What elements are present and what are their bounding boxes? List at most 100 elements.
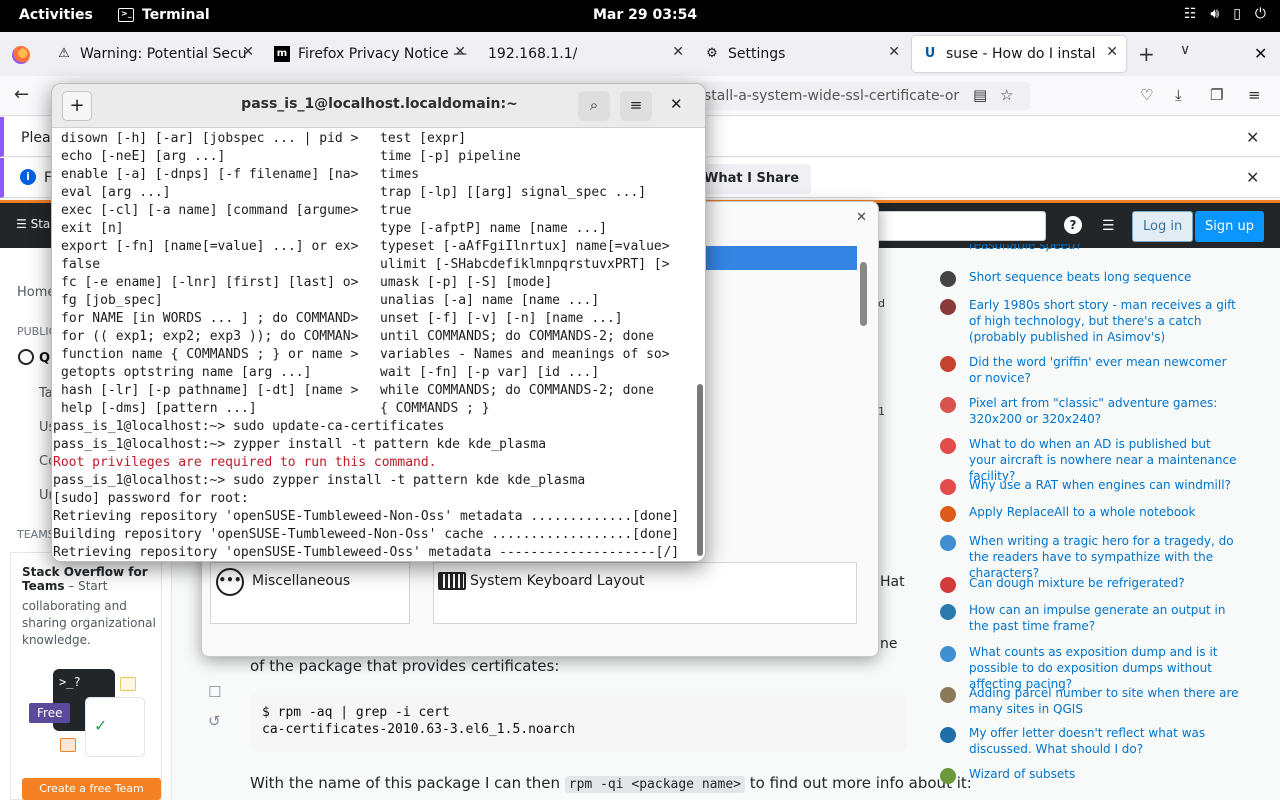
hot-question-item[interactable]: My offer letter doesn't reflect what was…	[940, 725, 1240, 757]
terminal-header-bar: + pass_is_1@localhost.localdomain:~ ⌕ ≡ …	[52, 84, 705, 128]
search-input[interactable]	[870, 211, 1046, 241]
choose-what-i-share-button[interactable]: What I Share	[692, 164, 812, 194]
globe-icon	[18, 349, 34, 365]
category-miscellaneous[interactable]: Miscellaneous	[252, 573, 350, 589]
hot-question-title[interactable]: Can dough mixture be refrigerated?	[969, 575, 1239, 591]
tab-settings[interactable]: ⚙ Settings ✕	[694, 36, 908, 72]
hot-question-item[interactable]: How can an impulse generate an output in…	[940, 602, 1240, 634]
nav-home[interactable]: Home	[17, 285, 55, 300]
terminal-output[interactable]: disown [-h] [-ar] [jobspec ... | pid > ec…	[52, 129, 694, 561]
teams-promo-title: Stack Overflow for Teams – Start	[22, 565, 162, 593]
download-icon[interactable]: ⤓	[1175, 86, 1182, 104]
hot-question-title[interactable]: How can an impulse generate an output in…	[969, 602, 1239, 634]
tab-title: 192.168.1.1/	[488, 46, 578, 62]
hot-question-title[interactable]: Pixel art from "classic" adventure games…	[969, 395, 1239, 427]
hot-question-item[interactable]: Adding parcel number to site when there …	[940, 685, 1240, 717]
close-icon[interactable]: ✕	[1246, 128, 1259, 147]
login-button[interactable]: Log in	[1132, 211, 1194, 242]
text-segment: With the name of this package I can then	[250, 774, 565, 792]
hamburger-menu-icon[interactable]: ≡	[1248, 86, 1261, 104]
hot-question-item[interactable]: Did the word 'griffin' ever mean newcome…	[940, 354, 1240, 386]
close-icon[interactable]: ✕	[242, 44, 254, 60]
bookmark-icon[interactable]: ☐	[208, 683, 221, 701]
scrollbar[interactable]	[860, 262, 867, 326]
close-icon[interactable]: ✕	[888, 44, 900, 60]
bookmark-star-icon[interactable]: ☆	[1000, 86, 1013, 104]
inbox-icon[interactable]: ☰	[1102, 218, 1115, 234]
scifi-icon	[940, 299, 956, 315]
hot-question-title[interactable]: Did the word 'griffin' ever mean newcome…	[969, 354, 1239, 386]
hot-question-item[interactable]: Apply ReplaceAll to a whole notebook	[940, 504, 1240, 522]
tab-privacy-notice[interactable]: m Firefox Privacy Notice — ✕	[264, 36, 474, 72]
terminal-line: fg [job_spec]	[61, 293, 163, 308]
close-icon[interactable]: ✕	[670, 95, 683, 113]
hot-question-title[interactable]: reasonable speed?	[969, 244, 1239, 253]
hot-question-item[interactable]: Why use a RAT when engines can windmill?	[940, 477, 1240, 495]
signup-button[interactable]: Sign up	[1195, 211, 1264, 242]
create-team-button[interactable]: Create a free Team	[22, 778, 161, 800]
new-tab-plus-icon[interactable]: +	[1138, 42, 1155, 66]
terminal-window: + pass_is_1@localhost.localdomain:~ ⌕ ≡ …	[51, 83, 706, 562]
free-badge: Free	[29, 703, 71, 723]
tab-title: Warning: Potential Secu	[80, 46, 247, 62]
hot-question-title[interactable]: When writing a tragic hero for a tragedy…	[969, 533, 1239, 581]
reader-view-icon[interactable]: ▤	[973, 86, 987, 104]
hot-question-title[interactable]: Adding parcel number to site when there …	[969, 685, 1239, 717]
hamburger-menu-icon[interactable]: ≡	[620, 91, 652, 121]
hot-question-title[interactable]: Why use a RAT when engines can windmill?	[969, 477, 1239, 493]
extensions-icon[interactable]: ❐	[1210, 86, 1223, 104]
close-icon[interactable]: ✕	[1246, 168, 1259, 187]
close-icon[interactable]: ✕	[856, 210, 867, 225]
checkmark-icon: ✓	[94, 716, 108, 735]
tab-warning[interactable]: ⚠ Warning: Potential Secu ✕	[46, 36, 262, 72]
terminal-line: typeset [-aAfFgiIlnrtux] name[=value>	[380, 239, 670, 254]
hot-question-item[interactable]: When writing a tragic hero for a tragedy…	[940, 533, 1240, 581]
scrollbar[interactable]	[697, 384, 703, 556]
hot-question-title[interactable]: Short sequence beats long sequence	[969, 269, 1239, 285]
hot-question-title[interactable]: Wizard of subsets	[969, 766, 1239, 782]
hot-question-item[interactable]: Early 1980s short story - man receives a…	[940, 297, 1240, 345]
hot-question-title[interactable]: Apply ReplaceAll to a whole notebook	[969, 504, 1239, 520]
hot-question-item[interactable]: Can dough mixture be refrigerated?	[940, 575, 1240, 593]
hot-question-item[interactable]: Short sequence beats long sequence	[940, 269, 1240, 287]
close-icon[interactable]: ✕	[672, 44, 684, 60]
mozilla-icon: m	[274, 46, 290, 62]
history-icon[interactable]: ↺	[208, 712, 221, 730]
terminal-line: true	[380, 203, 412, 218]
help-icon[interactable]: ?	[1064, 216, 1082, 234]
hot-question-item[interactable]: Wizard of subsets	[940, 766, 1240, 784]
post-paragraph: of the package that provides certificate…	[250, 657, 560, 675]
url-text[interactable]: stall-a-system-wide-ssl-certificate-or	[704, 88, 959, 104]
activities-button[interactable]: Activities	[19, 7, 93, 23]
firefox-logo-icon[interactable]	[12, 46, 30, 64]
search-icon[interactable]: ⌕	[578, 91, 610, 121]
hot-question-item[interactable]: Pixel art from "classic" adventure games…	[940, 395, 1240, 427]
terminal-line: help [-dms] [pattern ...]	[61, 401, 257, 416]
close-icon[interactable]: ✕	[1106, 44, 1118, 60]
selected-list-row[interactable]	[705, 246, 857, 270]
clock[interactable]: Mar 29 03:54	[593, 7, 697, 23]
terminal-line: [sudo] password for root:	[53, 491, 249, 506]
text-fragment: Hat	[880, 574, 905, 590]
hot-question-title[interactable]: Early 1980s short story - man receives a…	[969, 297, 1239, 345]
close-icon[interactable]: ✕	[454, 44, 466, 60]
power-icon: ⏻	[1254, 6, 1266, 22]
terminal-line: eval [arg ...]	[61, 185, 171, 200]
terminal-line: { COMMANDS ; }	[380, 401, 490, 416]
tab-suse-question[interactable]: U suse - How do I install a ✕	[912, 36, 1126, 72]
terminal-line: disown [-h] [-ar] [jobspec ... | pid >	[61, 131, 359, 146]
pocket-icon[interactable]: ♡	[1140, 86, 1153, 104]
chevron-down-icon[interactable]: ∨	[1180, 42, 1190, 58]
more-dots-icon: •••	[216, 568, 244, 596]
terminal-line: umask [-p] [-S] [mode]	[380, 275, 553, 290]
nav-questions[interactable]: Q	[39, 351, 50, 366]
hot-question-title[interactable]: My offer letter doesn't reflect what was…	[969, 725, 1239, 757]
system-keyboard-layout[interactable]: System Keyboard Layout	[470, 573, 645, 589]
app-menu[interactable]: >_ Terminal	[118, 7, 210, 23]
hot-question-item[interactable]: reasonable speed?	[940, 244, 1240, 255]
so-products-menu[interactable]: ☰ Sta	[16, 217, 50, 231]
tab-router[interactable]: 192.168.1.1/ ✕	[478, 36, 692, 72]
window-close-icon[interactable]: ✕	[1254, 44, 1267, 63]
system-tray[interactable]: ☷ 🔊︎ ▯ ⏻	[1184, 6, 1266, 22]
back-arrow-icon[interactable]: ←	[14, 84, 29, 105]
